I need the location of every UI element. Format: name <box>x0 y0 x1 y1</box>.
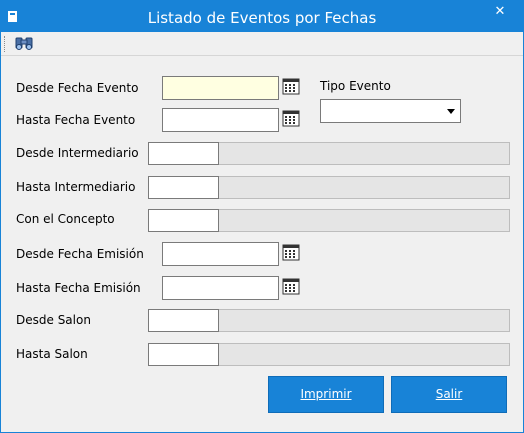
hasta-fecha-evento-label: Hasta Fecha Evento <box>16 113 136 127</box>
con-el-concepto-description <box>219 209 510 232</box>
desde-fecha-emision-input[interactable] <box>162 242 279 266</box>
calendar-icon[interactable] <box>282 109 300 127</box>
desde-fecha-evento-input[interactable] <box>162 76 279 100</box>
imprimir-button[interactable]: Imprimir <box>268 376 384 413</box>
hasta-intermediario-label: Hasta Intermediario <box>16 180 136 194</box>
calendar-icon[interactable] <box>282 77 300 95</box>
con-el-concepto-code-input[interactable] <box>148 209 219 232</box>
desde-salon-description <box>219 309 510 332</box>
tipo-evento-label: Tipo Evento <box>320 79 391 93</box>
desde-fecha-emision-label: Desde Fecha Emisión <box>16 247 144 261</box>
tipo-evento-select[interactable] <box>320 99 461 123</box>
desde-intermediario-label: Desde Intermediario <box>16 146 139 160</box>
desde-salon-label: Desde Salon <box>16 313 91 327</box>
hasta-salon-label: Hasta Salon <box>16 347 88 361</box>
hasta-salon-description <box>219 343 510 366</box>
calendar-icon[interactable] <box>282 243 300 261</box>
report-window: Listado de Eventos por Fechas ✕ Desde Fe… <box>0 0 524 433</box>
hasta-intermediario-code-input[interactable] <box>148 176 219 199</box>
hasta-fecha-emision-input[interactable] <box>162 276 279 300</box>
binoculars-icon[interactable] <box>13 34 35 53</box>
hasta-intermediario-description <box>219 176 510 199</box>
toolbar-grip[interactable] <box>4 36 7 52</box>
chevron-down-icon[interactable] <box>447 109 455 114</box>
toolbar <box>1 32 523 56</box>
hasta-salon-code-input[interactable] <box>148 343 219 366</box>
con-el-concepto-label: Con el Concepto <box>16 212 115 226</box>
close-icon[interactable]: ✕ <box>477 1 523 23</box>
desde-intermediario-code-input[interactable] <box>148 142 219 165</box>
desde-intermediario-description <box>219 142 510 165</box>
salir-button[interactable]: Salir <box>391 376 507 413</box>
title-bar[interactable]: Listado de Eventos por Fechas ✕ <box>1 1 523 32</box>
desde-fecha-evento-label: Desde Fecha Evento <box>16 81 139 95</box>
desde-salon-code-input[interactable] <box>148 309 219 332</box>
window-title: Listado de Eventos por Fechas <box>147 9 377 27</box>
calendar-icon[interactable] <box>282 277 300 295</box>
hasta-fecha-evento-input[interactable] <box>162 108 279 132</box>
hasta-fecha-emision-label: Hasta Fecha Emisión <box>16 281 141 295</box>
